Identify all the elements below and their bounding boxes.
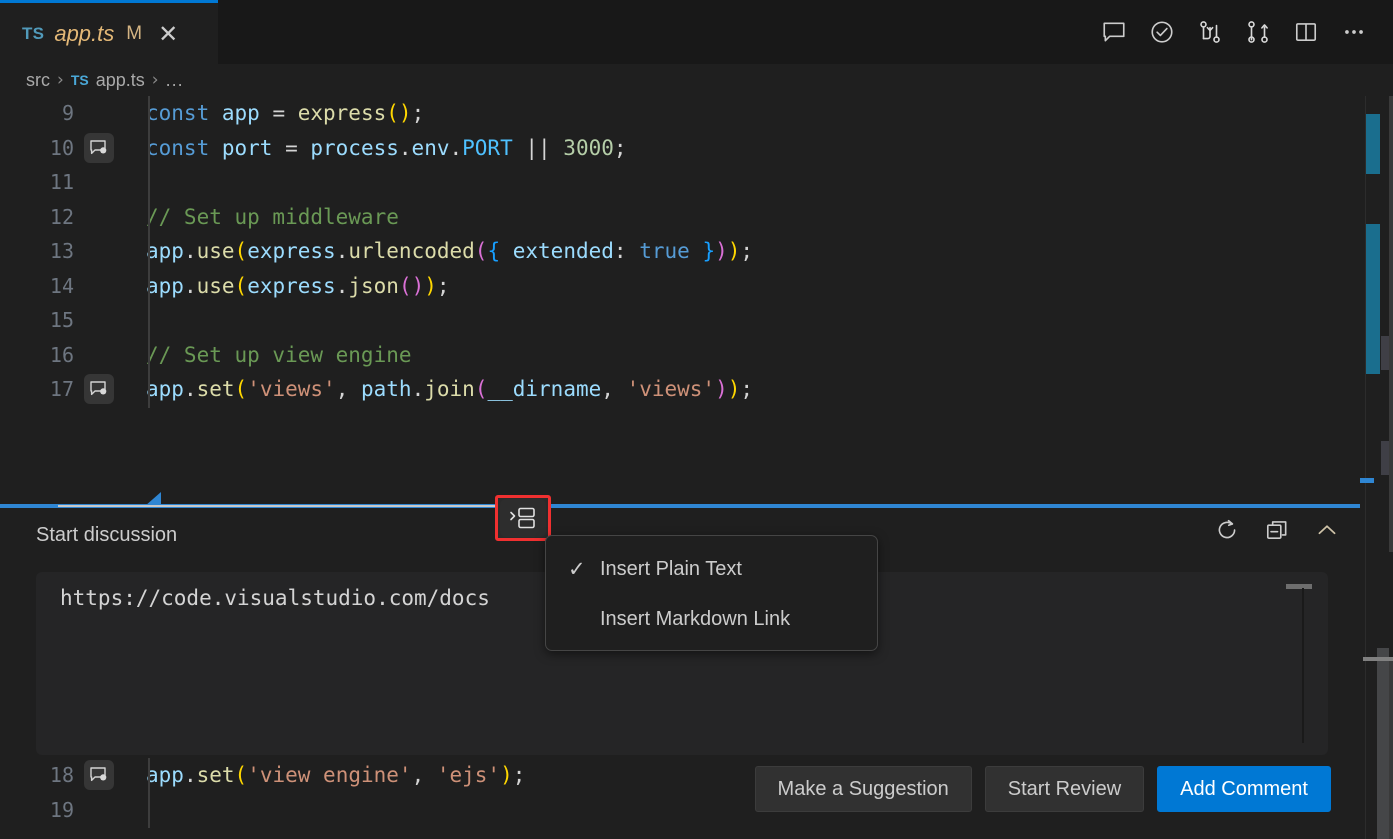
paste-options-button[interactable]	[495, 495, 551, 541]
paste-options-menu: ✓ Insert Plain Text Insert Markdown Link	[545, 535, 878, 651]
collapse-all-icon[interactable]	[1263, 516, 1291, 544]
code-text: app.set('view engine', 'ejs');	[78, 763, 525, 787]
ruler-divider	[1365, 96, 1366, 839]
indent-guide	[148, 96, 150, 408]
more-actions-icon[interactable]	[1341, 19, 1367, 45]
code-text: // Set up view engine	[78, 343, 412, 367]
indent-guide	[148, 758, 150, 828]
code-text: app.use(express.json());	[78, 274, 450, 298]
code-lines-above-thread: 9const app = express();10const port = pr…	[0, 96, 1393, 407]
thread-header-actions	[1213, 516, 1341, 544]
line-number: 10	[0, 136, 78, 160]
tab-app-ts[interactable]: TS app.ts M ✕	[0, 0, 218, 64]
make-a-suggestion-button[interactable]: Make a Suggestion	[755, 766, 972, 812]
overview-ruler[interactable]	[1360, 96, 1393, 839]
code-line[interactable]: 16// Set up view engine	[0, 338, 1393, 373]
thread-pointer-arrow	[145, 492, 161, 506]
line-number: 18	[0, 763, 78, 787]
ruler-mark	[1366, 224, 1380, 374]
menu-item-insert-markdown-link[interactable]: Insert Markdown Link	[546, 594, 877, 644]
start-review-button[interactable]: Start Review	[985, 766, 1144, 812]
code-text: app.set('views', path.join(__dirname, 'v…	[78, 377, 753, 401]
check-icon: ✓	[568, 557, 600, 581]
code-editor[interactable]: 9const app = express();10const port = pr…	[0, 96, 1393, 839]
code-text: const app = express();	[78, 101, 424, 125]
code-text: app.use(express.urlencoded({ extended: t…	[78, 239, 753, 263]
comment-bubble-icon[interactable]	[84, 760, 114, 790]
split-editor-icon[interactable]	[1293, 19, 1319, 45]
code-line[interactable]: 17app.set('views', path.join(__dirname, …	[0, 372, 1393, 407]
ruler-edge-bottom	[1389, 661, 1393, 839]
check-circle-icon[interactable]	[1149, 19, 1175, 45]
code-line[interactable]: 13app.use(express.urlencoded({ extended:…	[0, 234, 1393, 269]
code-line[interactable]: 9const app = express();	[0, 96, 1393, 131]
refresh-icon[interactable]	[1213, 516, 1241, 544]
editor-tab-bar: TS app.ts M ✕	[0, 0, 1393, 64]
tab-label: app.ts	[54, 21, 114, 47]
editor-scrollbar-thumb[interactable]	[1377, 648, 1389, 839]
code-line[interactable]: 14app.use(express.json());	[0, 269, 1393, 304]
line-number: 11	[0, 170, 78, 194]
code-line[interactable]: 15	[0, 303, 1393, 338]
comment-action-buttons: Make a Suggestion Start Review Add Comme…	[755, 766, 1331, 812]
chevron-right-icon: ›	[152, 70, 159, 90]
close-icon[interactable]: ✕	[158, 22, 178, 46]
source-control-icon[interactable]	[1245, 19, 1271, 45]
line-number: 12	[0, 205, 78, 229]
comments-icon[interactable]	[1101, 19, 1127, 45]
thread-title: Start discussion	[36, 524, 177, 547]
ruler-edge-top	[1389, 96, 1393, 552]
add-comment-button[interactable]: Add Comment	[1157, 766, 1331, 812]
line-number: 15	[0, 308, 78, 332]
comment-vertical-scrollbar[interactable]	[1302, 588, 1304, 743]
chevron-right-icon: ›	[57, 70, 64, 90]
breadcrumb-file[interactable]: app.ts	[96, 70, 145, 91]
menu-item-insert-plain-text[interactable]: ✓ Insert Plain Text	[546, 544, 877, 594]
chevron-up-icon[interactable]	[1313, 516, 1341, 544]
editor-actions	[1101, 0, 1381, 64]
code-line[interactable]: 10const port = process.env.PORT || 3000;	[0, 131, 1393, 166]
breadcrumb-symbols[interactable]: ...	[166, 70, 184, 91]
comment-bubble-icon[interactable]	[84, 374, 114, 404]
code-line[interactable]: 12// Set up middleware	[0, 200, 1393, 235]
paste-options-icon	[500, 499, 546, 537]
cursor-position-marker	[1360, 478, 1374, 483]
typescript-file-icon: TS	[22, 24, 44, 44]
breadcrumb-folder[interactable]: src	[26, 70, 50, 91]
comment-horizontal-scrollbar[interactable]	[1286, 584, 1312, 589]
link-underline-decoration	[58, 505, 530, 507]
typescript-file-icon: TS	[71, 72, 89, 88]
breadcrumb: src › TS app.ts › ...	[0, 64, 1393, 96]
code-line[interactable]: 11	[0, 165, 1393, 200]
code-text: // Set up middleware	[78, 205, 399, 229]
menu-item-label: Insert Plain Text	[600, 558, 742, 581]
line-number: 14	[0, 274, 78, 298]
tab-modified-badge: M	[126, 23, 142, 45]
ruler-mark	[1366, 114, 1380, 174]
line-number: 13	[0, 239, 78, 263]
comment-bubble-icon[interactable]	[84, 133, 114, 163]
pull-request-icon[interactable]	[1197, 19, 1223, 45]
vscode-window: TS app.ts M ✕	[0, 0, 1393, 839]
line-number: 17	[0, 377, 78, 401]
comment-input-value[interactable]: https://code.visualstudio.com/docs	[60, 586, 490, 610]
menu-item-label: Insert Markdown Link	[600, 608, 790, 631]
line-number: 16	[0, 343, 78, 367]
line-number: 19	[0, 798, 78, 822]
code-text: const port = process.env.PORT || 3000;	[78, 136, 627, 160]
line-number: 9	[0, 101, 78, 125]
